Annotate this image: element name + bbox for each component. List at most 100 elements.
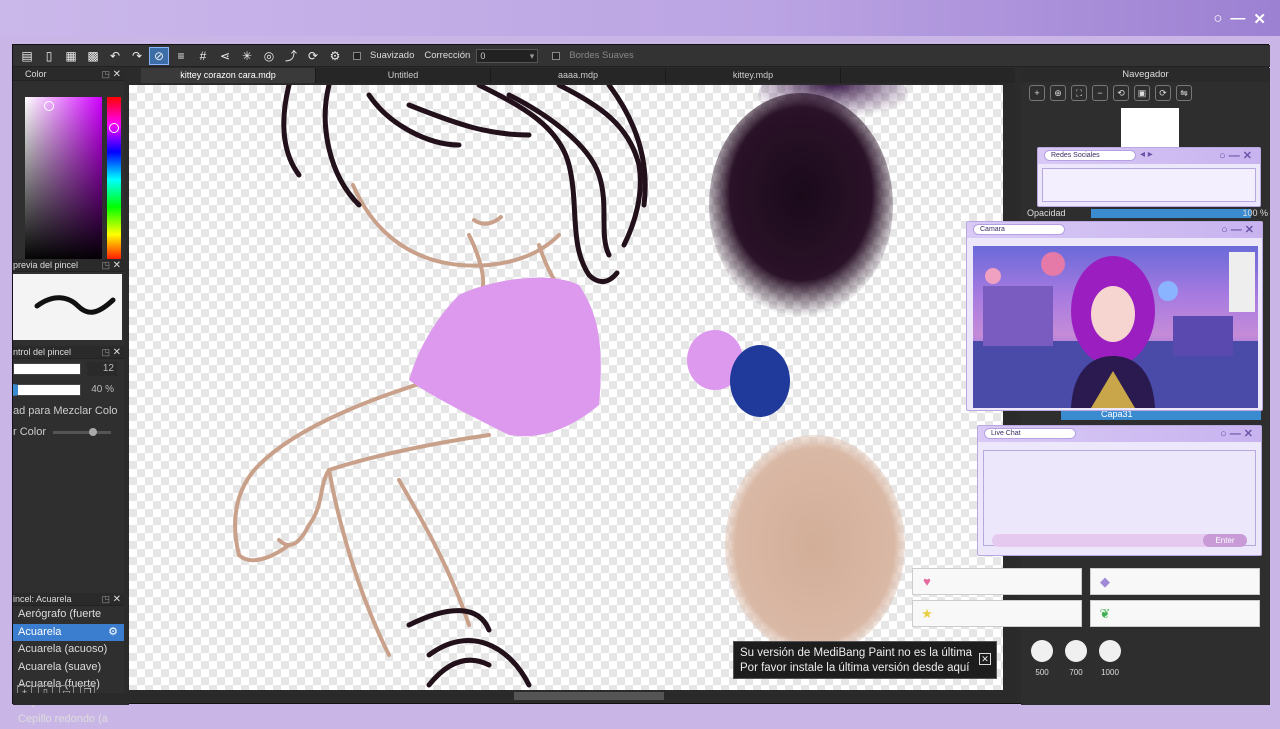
size-dot <box>1099 640 1121 662</box>
redo-icon[interactable]: ↷ <box>127 47 147 65</box>
soft-edges-label: Bordes Suaves <box>569 50 634 61</box>
brush-item[interactable]: Aerógrafo (fuerte <box>13 606 124 624</box>
tab-document[interactable]: Untitled <box>316 68 491 83</box>
zoom-in-alt-icon[interactable]: ⊕ <box>1050 85 1066 101</box>
size-preset[interactable]: 1000 <box>1099 640 1121 677</box>
color-mix-slider[interactable] <box>53 428 111 436</box>
social-slot[interactable]: ♥ <box>912 568 1082 595</box>
brush-opacity-value[interactable]: 40 % <box>87 383 117 397</box>
settings-gear-icon[interactable]: ⚙ <box>325 47 345 65</box>
no-snap-icon[interactable]: ⊘ <box>149 46 169 65</box>
brush-item[interactable]: Acuarela (suave) <box>13 659 124 677</box>
grid-icon[interactable]: ▩ <box>83 47 103 65</box>
drawing-canvas[interactable] <box>129 85 1003 690</box>
social-slot[interactable]: ◆ <box>1090 568 1260 595</box>
new-file-icon[interactable]: ▯ <box>39 47 59 65</box>
concentric-snap-icon[interactable]: ◎ <box>259 47 279 65</box>
popout-icon[interactable]: ◳ <box>101 593 110 606</box>
widget-controls[interactable]: ○—✕ <box>1219 149 1255 162</box>
correction-select[interactable]: 0 <box>476 48 539 63</box>
brush-opacity-slider[interactable] <box>13 384 81 396</box>
star-icon: ★ <box>921 606 933 621</box>
brush-control-header: ntrol del pincel ◳ ✕ <box>13 346 124 359</box>
fit-icon[interactable]: ⛶ <box>1071 85 1087 101</box>
tab-document[interactable]: kittey.mdp <box>666 68 841 83</box>
notice-line-1: Su versión de MediBang Paint no es la úl… <box>740 647 973 659</box>
flip-icon[interactable]: ⇋ <box>1176 85 1192 101</box>
hue-slider[interactable] <box>107 97 121 262</box>
hue-cursor[interactable] <box>109 123 119 133</box>
saturation-value-field[interactable] <box>25 97 102 262</box>
brush-control-title: ntrol del pincel <box>13 347 72 357</box>
mix-color-label: ad para Mezclar Colo <box>13 405 118 417</box>
restore-icon[interactable]: ○ <box>1213 10 1222 28</box>
widget-header: Camara ○—✕ <box>967 222 1262 238</box>
tab-document[interactable]: aaaa.mdp <box>491 68 666 83</box>
brush-size-value[interactable]: 12 <box>87 362 117 376</box>
widget-controls[interactable]: ○—✕ <box>1221 223 1257 236</box>
size-dot <box>1065 640 1087 662</box>
undo-icon[interactable]: ↶ <box>105 47 125 65</box>
brush-stroke-preview <box>34 295 116 315</box>
size-preset[interactable]: 500 <box>1031 640 1053 677</box>
grid-snap-icon[interactable]: # <box>193 47 213 65</box>
close-icon[interactable]: ✕ <box>1253 10 1266 28</box>
brush-size-slider[interactable] <box>13 363 81 375</box>
paint-blob-skin <box>725 435 905 655</box>
close-icon[interactable]: ✕ <box>113 259 121 272</box>
popout-icon[interactable]: ◳ <box>101 68 110 81</box>
chat-enter-button[interactable]: Enter <box>1203 534 1247 547</box>
close-icon[interactable]: ✕ <box>113 346 121 359</box>
color-label: r Color <box>13 426 47 438</box>
widget-header: Redes Sociales ◂ ▸ ○—✕ <box>1038 148 1260 164</box>
brush-item-label: Acuarela <box>18 625 62 638</box>
update-notice[interactable]: Su versión de MediBang Paint no es la úl… <box>733 641 997 679</box>
popout-icon[interactable]: ◳ <box>101 346 110 359</box>
zoom-in-icon[interactable]: + <box>1029 85 1045 101</box>
popout-icon[interactable]: ◳ <box>101 259 110 272</box>
navigator-toolbar: + ⊕ ⛶ − ⟲ ▣ ⟳ ⇋ <box>1021 82 1270 104</box>
close-icon[interactable]: ✕ <box>113 593 121 606</box>
rotate-right-icon[interactable]: ⟳ <box>1155 85 1171 101</box>
brush-item[interactable]: Acuarela (acuoso) <box>13 641 124 659</box>
size-preset[interactable]: 700 <box>1065 640 1087 677</box>
perspective-snap-icon[interactable]: ⋖ <box>215 47 235 65</box>
zoom-out-icon[interactable]: − <box>1092 85 1108 101</box>
opacity-value: 100 % <box>1242 208 1268 218</box>
social-slot[interactable]: ❦ <box>1090 600 1260 627</box>
social-slot[interactable]: ★ <box>912 600 1082 627</box>
opacity-slider[interactable] <box>1091 209 1251 218</box>
horizontal-scrollbar[interactable] <box>129 690 1017 702</box>
layers-toggle-icon[interactable]: ▦ <box>61 47 81 65</box>
close-icon[interactable]: ✕ <box>979 653 991 665</box>
rotate-icon[interactable]: ⟳ <box>303 47 323 65</box>
live-chat-widget: Live Chat ○—✕ Enter <box>977 425 1262 556</box>
paint-blob-blue <box>730 345 790 417</box>
navigator-title: Navegador <box>1021 68 1270 82</box>
scrollbar-thumb[interactable] <box>514 692 664 700</box>
minimize-icon[interactable]: — <box>1230 10 1245 28</box>
gear-icon[interactable]: ⚙ <box>108 624 118 642</box>
saturation-cursor[interactable] <box>44 101 54 111</box>
radial-snap-icon[interactable]: ✳ <box>237 47 257 65</box>
smoothing-label: Suavizado <box>370 50 415 61</box>
widget-header: Live Chat ○—✕ <box>978 426 1261 442</box>
widget-controls[interactable]: ○—✕ <box>1220 427 1256 440</box>
curve-snap-icon[interactable]: ⤴ <box>281 47 301 65</box>
tab-document[interactable]: kittey corazon cara.mdp <box>141 68 316 83</box>
rotate-left-icon[interactable]: ⟲ <box>1113 85 1129 101</box>
fullscreen-icon[interactable]: ▣ <box>1134 85 1150 101</box>
color-picker <box>13 81 124 262</box>
close-icon[interactable]: ✕ <box>113 68 121 81</box>
social-widget: Redes Sociales ◂ ▸ ○—✕ <box>1037 147 1261 207</box>
size-label: 500 <box>1035 668 1049 677</box>
chat-input[interactable] <box>992 534 1222 547</box>
navigator-thumbnail[interactable] <box>1121 108 1179 150</box>
arrows-icon[interactable]: ◂ ▸ <box>1140 149 1153 160</box>
smoothing-checkbox[interactable] <box>353 51 361 60</box>
parallel-snap-icon[interactable]: ≡ <box>171 47 191 65</box>
soft-edges-checkbox[interactable] <box>552 51 561 60</box>
brush-item-selected[interactable]: Acuarela ⚙ <box>13 623 124 642</box>
chat-messages <box>983 450 1256 546</box>
menu-icon[interactable]: ▤ <box>17 47 37 65</box>
